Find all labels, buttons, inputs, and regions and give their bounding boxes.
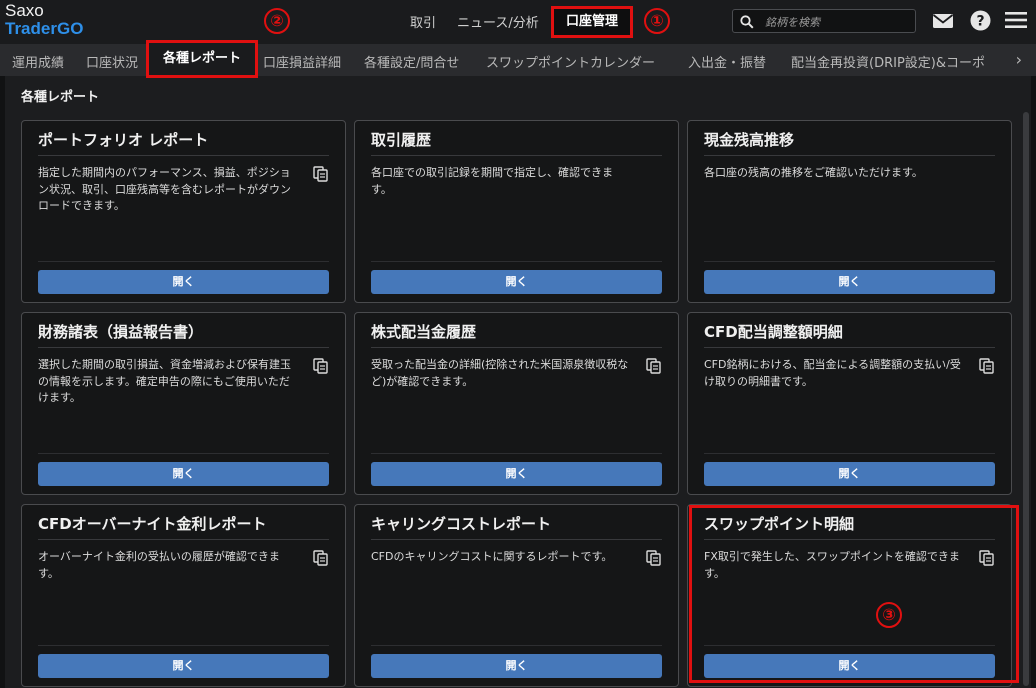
report-card-financial-statement: 財務諸表（損益報告書） 選択した期間の取引損益、資金増減および保有建玉の情報を示… <box>21 312 346 495</box>
open-button[interactable]: 開く <box>38 462 329 486</box>
menu-icon[interactable] <box>1005 11 1027 33</box>
tab-settings-inquiry[interactable]: 各種設定/問合せ <box>364 52 459 71</box>
open-button[interactable]: 開く <box>38 654 329 678</box>
divider <box>371 155 662 156</box>
open-button[interactable]: 開く <box>704 462 995 486</box>
divider <box>38 539 329 540</box>
card-title: 取引履歴 <box>371 131 432 149</box>
card-title: 株式配当金履歴 <box>371 323 477 341</box>
tab-reports[interactable]: 各種レポート <box>146 40 258 78</box>
divider <box>38 155 329 156</box>
report-card-cfd-dividend-adjustment: CFD配当調整額明細 CFD銘柄における、配当金による調整額の支払い/受け取りの… <box>687 312 1012 495</box>
top-nav-news[interactable]: ニュース/分析 <box>457 12 539 31</box>
card-title: キャリングコストレポート <box>371 515 552 533</box>
divider <box>38 261 329 262</box>
copy-icon[interactable] <box>646 358 662 378</box>
logo-tradergo: TraderGO <box>5 19 84 38</box>
divider <box>704 261 995 262</box>
card-title: CFDオーバーナイト金利レポート <box>38 515 267 533</box>
search-icon <box>740 14 754 33</box>
tab-performance[interactable]: 運用成績 <box>12 52 64 71</box>
card-description: 指定した期間内のパフォーマンス、損益、ポジション状況、取引、口座残高等を含むレポ… <box>38 166 291 212</box>
search-input[interactable]: 銘柄を検索 <box>732 9 916 33</box>
scrollbar[interactable] <box>1023 112 1029 686</box>
open-button[interactable]: 開く <box>371 654 662 678</box>
tab-deposit-transfer[interactable]: 入出金・振替 <box>688 52 766 71</box>
section-title: 各種レポート <box>21 90 100 105</box>
divider <box>38 645 329 646</box>
card-title: CFD配当調整額明細 <box>704 323 843 341</box>
card-description: 各口座での取引記録を期間で指定し、確認できます。 <box>371 166 613 196</box>
report-card-cash-balance: 現金残高推移 各口座の残高の推移をご確認いただけます。 開く <box>687 120 1012 303</box>
tab-pnl-detail[interactable]: 口座損益詳細 <box>263 52 341 71</box>
copy-icon[interactable] <box>313 550 329 570</box>
card-description: 各口座の残高の推移をご確認いただけます。 <box>704 166 923 179</box>
report-card-carrying-cost: キャリングコストレポート CFDのキャリングコストに関するレポートです。 開く <box>354 504 679 687</box>
chevron-right-icon[interactable]: › <box>1016 50 1022 69</box>
card-description: オーバーナイト金利の受払いの履歴が確認できます。 <box>38 550 280 580</box>
svg-text:?: ? <box>976 14 984 30</box>
card-description: CFDのキャリングコストに関するレポートです。 <box>371 550 613 563</box>
annotation-marker-1: ① <box>644 8 670 34</box>
divider <box>371 645 662 646</box>
top-nav-trade[interactable]: 取引 <box>410 12 436 31</box>
divider <box>38 347 329 348</box>
open-button[interactable]: 開く <box>371 462 662 486</box>
copy-icon[interactable] <box>646 550 662 570</box>
top-nav-account-management[interactable]: 口座管理 <box>551 6 633 38</box>
annotation-highlight-box <box>689 505 1019 683</box>
card-title: 財務諸表（損益報告書） <box>38 323 204 341</box>
annotation-marker-3: ③ <box>876 602 902 628</box>
logo-saxo: Saxo <box>5 1 44 20</box>
report-card-portfolio: ポートフォリオ レポート 指定した期間内のパフォーマンス、損益、ポジション状況、… <box>21 120 346 303</box>
divider <box>38 453 329 454</box>
card-title: ポートフォリオ レポート <box>38 131 209 149</box>
copy-icon[interactable] <box>313 166 329 186</box>
open-button[interactable]: 開く <box>371 270 662 294</box>
divider <box>371 261 662 262</box>
annotation-marker-2: ② <box>264 8 290 34</box>
report-card-cfd-overnight-interest: CFDオーバーナイト金利レポート オーバーナイト金利の受払いの履歴が確認できます… <box>21 504 346 687</box>
card-description: CFD銘柄における、配当金による調整額の支払い/受け取りの明細書です。 <box>704 358 961 388</box>
copy-icon[interactable] <box>313 358 329 378</box>
app-logo[interactable]: Saxo TraderGO <box>5 2 83 38</box>
tab-drip-corporate[interactable]: 配当金再投資(DRIP設定)&コーポ <box>791 52 996 71</box>
help-icon[interactable]: ? <box>970 10 991 35</box>
divider <box>371 539 662 540</box>
card-description: 選択した期間の取引損益、資金増減および保有建玉の情報を示します。確定申告の際にも… <box>38 358 291 404</box>
search-placeholder: 銘柄を検索 <box>765 16 820 29</box>
divider <box>371 347 662 348</box>
divider <box>704 347 995 348</box>
top-bar: Saxo TraderGO ② 取引 ニュース/分析 口座管理 ① 銘柄を検索 … <box>0 0 1036 44</box>
card-description: 受取った配当金の詳細(控除された米国源泉徴収税など)が確認できます。 <box>371 358 629 388</box>
mail-icon[interactable] <box>932 13 954 33</box>
tab-swap-calendar[interactable]: スワップポイントカレンダー <box>486 52 655 71</box>
open-button[interactable]: 開く <box>38 270 329 294</box>
tab-account-status[interactable]: 口座状況 <box>86 52 138 71</box>
open-button[interactable]: 開く <box>704 270 995 294</box>
divider <box>704 155 995 156</box>
divider <box>371 453 662 454</box>
copy-icon[interactable] <box>979 358 995 378</box>
divider <box>704 453 995 454</box>
report-card-trade-history: 取引履歴 各口座での取引記録を期間で指定し、確認できます。 開く <box>354 120 679 303</box>
card-title: 現金残高推移 <box>704 131 795 149</box>
report-card-dividend-history: 株式配当金履歴 受取った配当金の詳細(控除された米国源泉徴収税など)が確認できま… <box>354 312 679 495</box>
